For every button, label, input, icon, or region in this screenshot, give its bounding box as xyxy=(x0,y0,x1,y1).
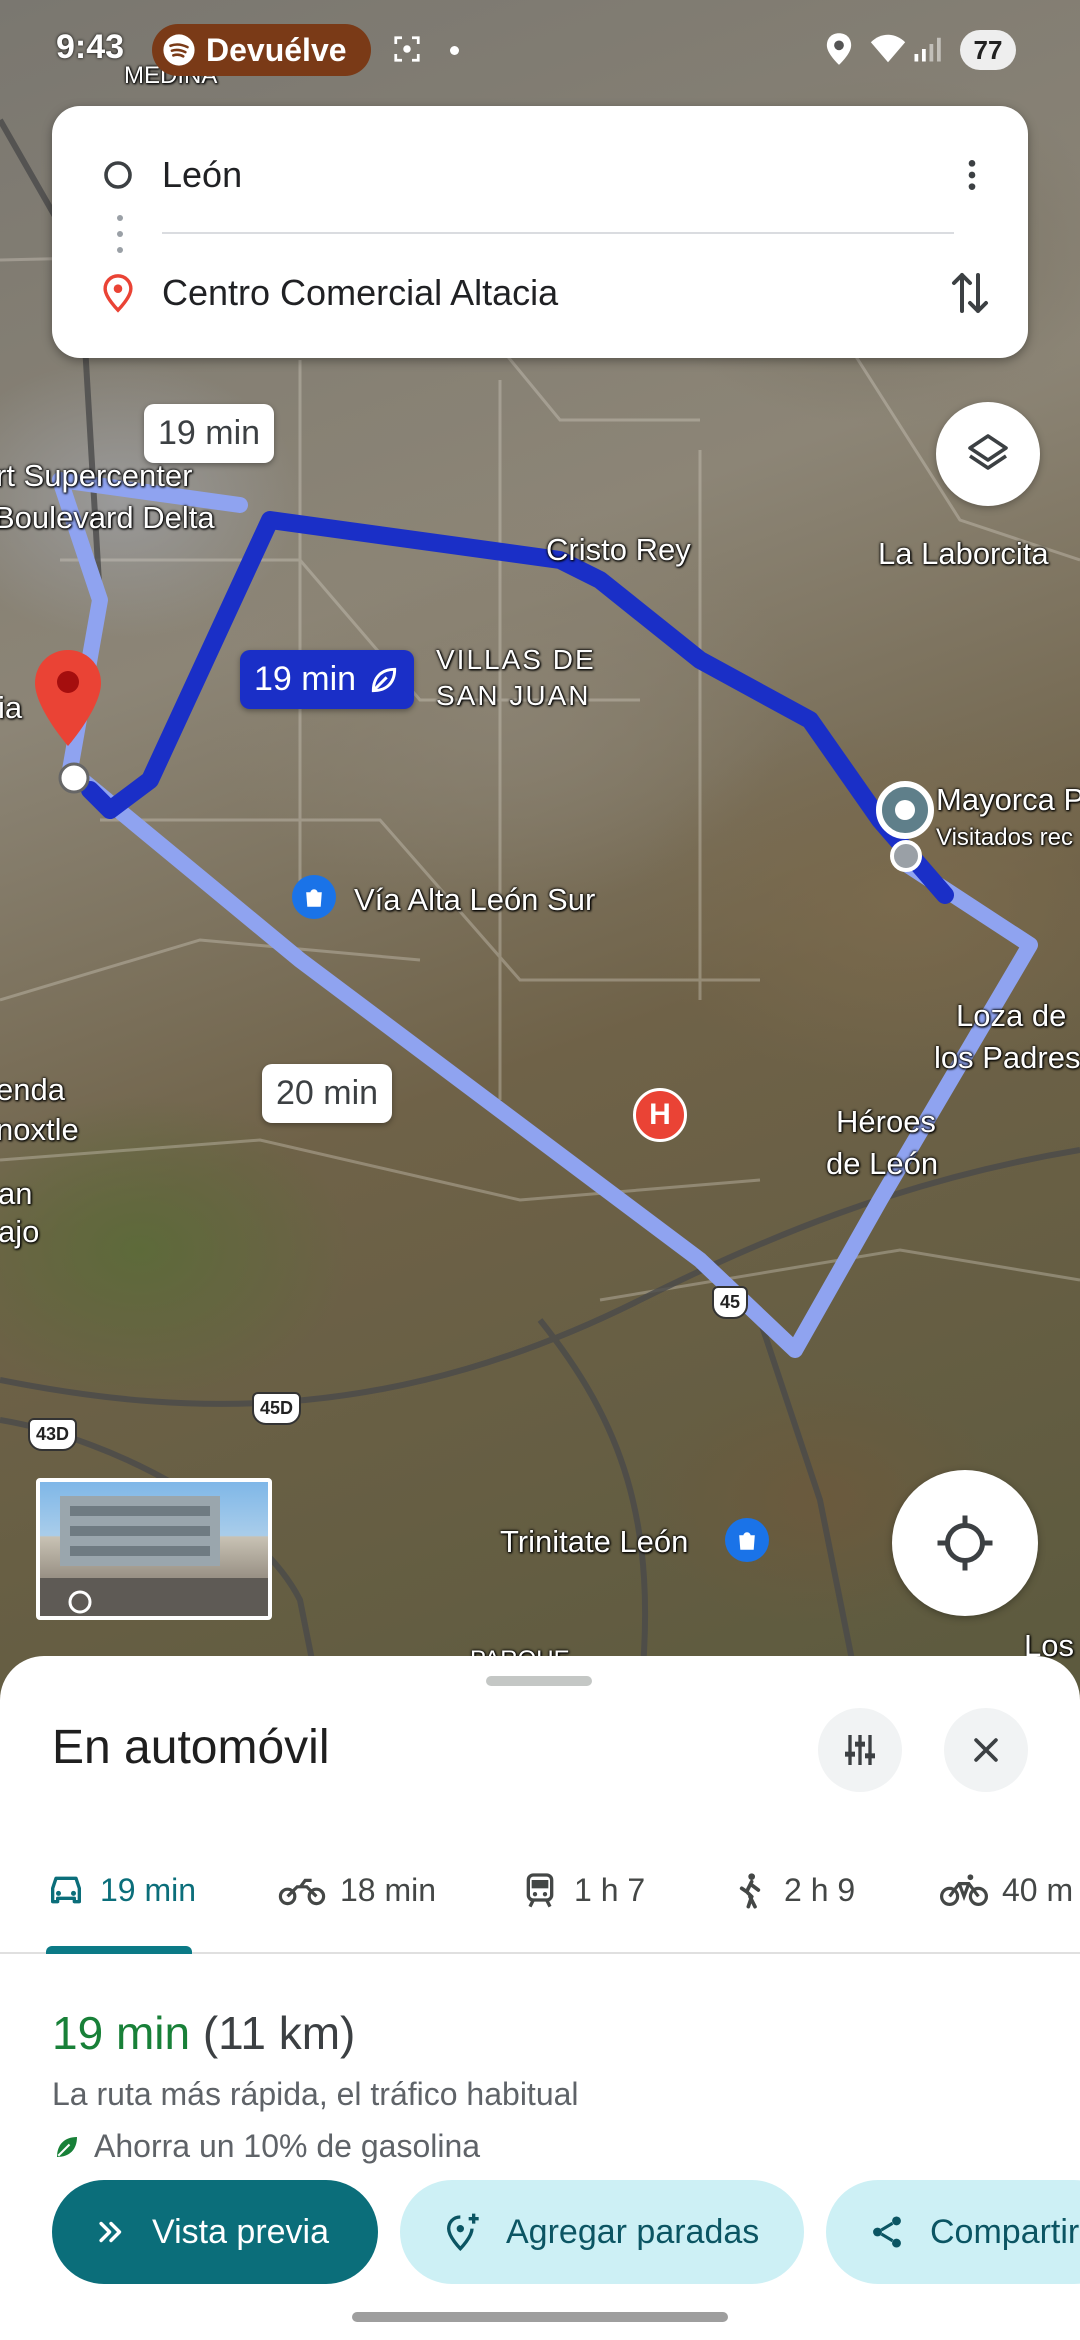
highway-shield: 45D xyxy=(252,1392,302,1425)
map-label: Loza de xyxy=(956,998,1067,1033)
route-summary-time[interactable]: 19 min (11 km) xyxy=(52,2006,355,2060)
system-nav-handle[interactable] xyxy=(352,2312,728,2322)
shopping-poi-icon[interactable] xyxy=(292,875,336,919)
eco-leaf-icon xyxy=(57,2136,77,2157)
share-icon xyxy=(873,2216,901,2248)
tune-icon xyxy=(845,1735,875,1765)
sheet-title: En automóvil xyxy=(52,1721,330,1774)
tab-bike[interactable]: 40 m xyxy=(940,1826,1073,1954)
map-label: Visitados rec xyxy=(936,824,1073,851)
route-time-bubble[interactable]: 20 min xyxy=(262,1064,393,1123)
close-button[interactable] xyxy=(944,1708,1028,1792)
layers-button[interactable] xyxy=(936,402,1040,506)
share-button[interactable]: Compartir xyxy=(826,2180,1080,2284)
add-stops-button[interactable]: Agregar paradas xyxy=(400,2180,804,2284)
double-chevron-icon xyxy=(99,2221,122,2243)
tab-motorcycle[interactable]: 18 min xyxy=(278,1826,436,1954)
route-duration: 19 min xyxy=(52,2007,191,2059)
map-label: ajo xyxy=(0,1214,40,1249)
map-label: SAN JUAN xyxy=(436,680,591,711)
selected-route-time: 19 min xyxy=(254,660,357,698)
map-label: de León xyxy=(826,1146,939,1181)
car-icon xyxy=(51,1876,82,1904)
map-label: VILLAS DE xyxy=(436,644,596,675)
notification-dot-icon xyxy=(450,46,459,55)
action-buttons: Vista previa Agregar paradas Compartir xyxy=(52,2180,1080,2284)
eco-savings: Ahorra un 10% de gasolina xyxy=(52,2128,480,2165)
motorcycle-icon xyxy=(278,1878,326,1906)
active-tab-indicator xyxy=(46,1946,192,1954)
more-options-icon[interactable] xyxy=(952,155,992,195)
close-icon xyxy=(974,1738,998,1762)
map-label: rt Supercenter xyxy=(0,458,193,493)
travel-mode-tabs: 19 min 18 min 1 h 7 2 h 9 40 m xyxy=(0,1826,1080,1954)
transit-icon xyxy=(526,1873,554,1908)
selected-route-time-bubble[interactable]: 19 min xyxy=(240,650,415,709)
origin-field[interactable]: León xyxy=(162,154,242,196)
highway-shield: 45 xyxy=(712,1286,749,1319)
spotify-icon xyxy=(163,34,195,66)
route-input-card: León Centro Comercial Altacia xyxy=(52,106,1028,358)
eco-savings-text: Ahorra un 10% de gasolina xyxy=(94,2128,481,2164)
spotify-notification-chip[interactable]: Devuélve xyxy=(152,24,371,76)
map-label: ia xyxy=(0,690,23,725)
map-label: los Padres xyxy=(934,1040,1080,1075)
mode-time: 19 min xyxy=(100,1871,197,1908)
share-label: Compartir xyxy=(930,2212,1080,2251)
mode-time: 40 m xyxy=(1002,1871,1074,1908)
destination-row[interactable]: Centro Comercial Altacia xyxy=(52,238,1028,348)
eco-leaf-icon xyxy=(371,667,397,692)
wifi-icon xyxy=(870,34,906,63)
route-divider xyxy=(162,232,954,234)
mode-time: 1 h 7 xyxy=(574,1871,646,1908)
destination-pin-icon xyxy=(103,274,133,313)
map-label: an xyxy=(0,1176,33,1211)
preview-button[interactable]: Vista previa xyxy=(52,2180,378,2284)
route-options-button[interactable] xyxy=(818,1708,902,1792)
status-time: 9:43 xyxy=(56,28,125,66)
screenshot-icon xyxy=(394,36,420,62)
highway-shield: 43D xyxy=(28,1418,78,1451)
walk-icon xyxy=(739,1873,761,1909)
preview-label: Vista previa xyxy=(152,2212,330,2251)
map-label: La Laborcita xyxy=(878,536,1049,571)
hospital-poi-icon[interactable]: H xyxy=(633,1088,687,1142)
map-label: Mayorca P xyxy=(936,782,1080,817)
map-label: enda xyxy=(0,1072,65,1107)
destination-pin-icon[interactable] xyxy=(35,650,101,750)
mode-time: 18 min xyxy=(340,1871,437,1908)
my-location-button[interactable] xyxy=(892,1470,1038,1616)
add-stops-label: Agregar paradas xyxy=(506,2212,760,2251)
layers-icon xyxy=(968,434,1008,470)
status-bar: 9:43 Devuélve 77 xyxy=(0,0,1080,100)
map-label: Cristo Rey xyxy=(546,532,691,567)
map-label: Boulevard Delta xyxy=(0,500,215,535)
tab-walk[interactable]: 2 h 9 xyxy=(730,1826,855,1954)
route-distance: (11 km) xyxy=(202,2007,356,2059)
notification-chip-text: Devuélve xyxy=(206,31,347,68)
route-time-bubble[interactable]: 19 min xyxy=(144,404,275,463)
tab-drive[interactable]: 19 min xyxy=(46,1826,196,1954)
sheet-drag-handle[interactable] xyxy=(486,1676,592,1686)
battery-indicator: 77 xyxy=(960,30,1016,70)
location-icon xyxy=(826,33,852,65)
crosshair-icon xyxy=(937,1515,993,1571)
directions-bottom-sheet[interactable]: En automóvil 19 min 18 min 1 h 7 2 h 9 4… xyxy=(0,1656,1080,2340)
add-location-icon xyxy=(446,2213,479,2252)
origin-circle-icon xyxy=(104,161,132,189)
mode-time: 2 h 9 xyxy=(784,1871,856,1908)
street-view-thumbnail[interactable] xyxy=(36,1478,272,1620)
swap-directions-icon[interactable] xyxy=(946,267,994,319)
destination-field[interactable]: Centro Comercial Altacia xyxy=(162,272,558,314)
route-description: La ruta más rápida, el tráfico habitual xyxy=(52,2076,579,2112)
map-label: Vía Alta León Sur xyxy=(354,882,596,917)
tab-transit[interactable]: 1 h 7 xyxy=(520,1826,645,1954)
origin-row[interactable]: León xyxy=(52,120,1028,230)
shopping-poi-icon[interactable] xyxy=(725,1518,769,1562)
map-label: Trinitate León xyxy=(500,1524,689,1559)
bike-icon xyxy=(940,1874,988,1906)
signal-icon xyxy=(914,37,941,62)
map-label: Héroes xyxy=(836,1104,936,1139)
map-label: noxtle xyxy=(0,1112,79,1147)
